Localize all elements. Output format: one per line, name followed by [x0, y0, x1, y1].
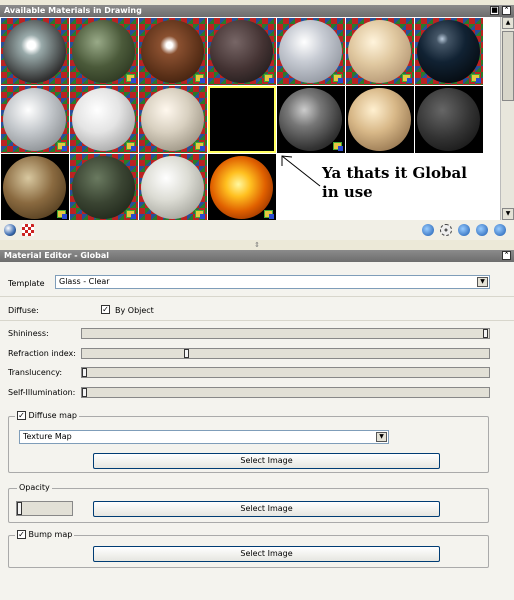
- slider-thumb[interactable]: [17, 502, 22, 515]
- material-swatch[interactable]: [1, 154, 69, 221]
- annotation-line-1: Ya thats it Global: [322, 164, 467, 182]
- material-in-use-icon: [195, 142, 205, 151]
- annotation-text: Ya thats it Global in use: [280, 162, 500, 220]
- material-swatch[interactable]: [139, 86, 207, 153]
- bump-map-checkbox[interactable]: ✓: [17, 530, 26, 539]
- material-swatch-selected[interactable]: [208, 86, 276, 153]
- material-swatch[interactable]: [208, 154, 276, 221]
- bump-map-label: Bump map: [28, 530, 73, 539]
- panel-collapse-icon[interactable]: ⌃: [502, 251, 511, 260]
- annotation-line-2: in use: [322, 183, 373, 201]
- refraction-index-label: Refraction index:: [8, 349, 76, 358]
- checker-background-icon[interactable]: [22, 224, 34, 236]
- opacity-label: Opacity: [17, 483, 52, 492]
- bump-map-group: ✓ Bump map Select Image: [8, 530, 489, 568]
- diffuse-map-type-dropdown[interactable]: Texture Map ▼: [19, 430, 389, 444]
- translucency-slider[interactable]: [81, 367, 490, 378]
- swatch-grid-scrollbar[interactable]: ▲ ▼: [500, 17, 514, 220]
- diffuse-map-checkbox[interactable]: ✓: [17, 411, 26, 420]
- by-object-label: By Object: [115, 306, 154, 315]
- export-icon[interactable]: [476, 224, 488, 236]
- scroll-thumb[interactable]: [502, 31, 514, 101]
- material-in-use-icon: [195, 210, 205, 219]
- diffuse-select-image-button[interactable]: Select Image: [93, 453, 440, 469]
- opacity-select-image-button[interactable]: Select Image: [93, 501, 440, 517]
- material-swatch[interactable]: [70, 154, 138, 221]
- scroll-up-icon[interactable]: ▲: [502, 17, 514, 29]
- purge-materials-icon[interactable]: [440, 224, 452, 236]
- template-dropdown[interactable]: Glass - Clear ▼: [55, 275, 490, 289]
- material-swatch[interactable]: [415, 86, 483, 153]
- material-in-use-icon: [57, 142, 67, 151]
- material-swatch[interactable]: [208, 18, 276, 85]
- scroll-down-icon[interactable]: ▼: [502, 208, 514, 220]
- slider-thumb[interactable]: [82, 368, 87, 377]
- material-in-use-icon: [471, 74, 481, 83]
- materials-panel-title: Available Materials in Drawing: [4, 6, 142, 15]
- material-swatch[interactable]: [415, 18, 483, 85]
- material-swatch[interactable]: [139, 154, 207, 221]
- panel-collapse-icon[interactable]: ⌃: [502, 6, 511, 15]
- material-in-use-icon: [264, 210, 274, 219]
- materials-toolbar: [0, 220, 514, 240]
- material-in-use-icon: [264, 74, 274, 83]
- materials-panel-titlebar: Available Materials in Drawing ■ ⌃: [0, 5, 514, 17]
- slider-thumb[interactable]: [483, 329, 488, 338]
- material-in-use-icon: [195, 74, 205, 83]
- swap-icon[interactable]: [458, 224, 470, 236]
- slider-thumb[interactable]: [82, 388, 87, 397]
- opacity-group: Opacity Select Image: [8, 483, 489, 523]
- material-in-use-icon: [57, 210, 67, 219]
- material-swatch[interactable]: [1, 86, 69, 153]
- material-swatch[interactable]: [277, 86, 345, 153]
- details-icon[interactable]: [494, 224, 506, 236]
- self-illumination-label: Self-Illumination:: [8, 388, 76, 397]
- bump-select-image-button[interactable]: Select Image: [93, 546, 440, 562]
- diffuse-map-label: Diffuse map: [28, 411, 77, 420]
- material-swatch[interactable]: [277, 18, 345, 85]
- template-value: Glass - Clear: [59, 277, 110, 286]
- diffuse-map-group: ✓ Diffuse map Texture Map ▼ Select Image: [8, 411, 489, 473]
- material-in-use-icon: [126, 74, 136, 83]
- sphere-preview-icon[interactable]: [4, 224, 16, 236]
- material-in-use-icon: [402, 74, 412, 83]
- material-swatch[interactable]: [70, 18, 138, 85]
- opacity-slider[interactable]: [16, 501, 73, 516]
- material-in-use-icon: [333, 74, 343, 83]
- shininess-slider[interactable]: [81, 328, 490, 339]
- editor-panel-titlebar: Material Editor - Global ⌃: [0, 250, 514, 262]
- material-in-use-icon: [126, 142, 136, 151]
- material-in-use-icon: [126, 210, 136, 219]
- material-swatch[interactable]: [346, 86, 414, 153]
- diffuse-map-type-value: Texture Map: [23, 432, 72, 441]
- template-label: Template: [8, 279, 45, 288]
- refraction-index-slider[interactable]: [81, 348, 490, 359]
- create-material-icon[interactable]: [422, 224, 434, 236]
- material-editor: Template Glass - Clear ▼ Diffuse: ✓ By O…: [0, 262, 514, 600]
- material-swatch[interactable]: [346, 18, 414, 85]
- chevron-down-icon[interactable]: ▼: [477, 277, 488, 287]
- material-swatch[interactable]: [139, 18, 207, 85]
- editor-panel-title: Material Editor - Global: [4, 251, 109, 260]
- by-object-checkbox[interactable]: ✓: [101, 305, 110, 314]
- panel-splitter[interactable]: ⇕: [0, 241, 514, 250]
- diffuse-label: Diffuse:: [8, 306, 39, 315]
- shininess-label: Shininess:: [8, 329, 49, 338]
- translucency-label: Translucency:: [8, 368, 63, 377]
- self-illumination-slider[interactable]: [81, 387, 490, 398]
- slider-thumb[interactable]: [183, 349, 189, 358]
- material-in-use-icon: [333, 142, 343, 151]
- chevron-down-icon[interactable]: ▼: [376, 432, 387, 442]
- panel-close-icon[interactable]: ■: [490, 6, 499, 15]
- material-swatch[interactable]: [70, 86, 138, 153]
- material-swatch[interactable]: [1, 18, 69, 85]
